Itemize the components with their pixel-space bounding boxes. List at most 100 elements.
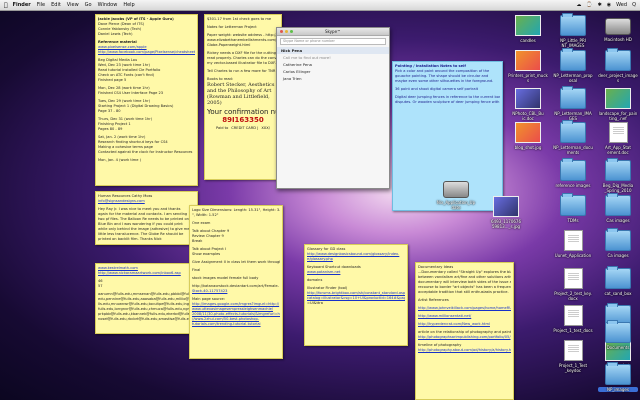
menu-go[interactable]: Go — [85, 2, 92, 8]
skype-search-input[interactable]: Skype Name or phone number — [280, 38, 386, 45]
desktop-icon-project-1-test-docs[interactable]: Project_1_test_docs — [553, 305, 593, 333]
skype-contact[interactable]: Carlos Ellinger — [277, 68, 389, 75]
note-link[interactable]: http://photographsarimpublishing.com/por… — [418, 335, 511, 340]
minimize-icon[interactable] — [285, 30, 288, 33]
menu-window[interactable]: Window — [98, 2, 118, 8]
desktop-icon-label: Beg_Dig_Media _Spring_2010 — [602, 183, 634, 193]
folder-icon — [560, 13, 586, 36]
bluetooth-icon[interactable]: ✱ — [598, 2, 602, 8]
desktop-icon-np-letterman-images[interactable]: NP_Letterman_IMAGES — [553, 86, 593, 121]
sticky-note-emails[interactable]: www.kestrelmath.com http://www.nickoramaa… — [95, 263, 198, 334]
folder-icon — [605, 48, 631, 71]
sticky-note-lines: $301.17 from 1st check goes to me Notes f… — [207, 17, 279, 82]
sticky-note-contacts[interactable]: Jackie Jacobs (VP of ITS - Apple Guru) Da… — [95, 14, 198, 186]
desktop-icon-ca-images[interactable]: Ca images — [598, 228, 638, 258]
skype-contact[interactable]: Jana Trien — [277, 75, 389, 82]
sticky-note-class[interactable]: Logo Size Dimensions: Length: 15.31", He… — [189, 205, 283, 359]
folder-icon — [560, 48, 586, 71]
note-line: printed on backlit film. Thanks Nick — [98, 237, 162, 241]
desktop-icon-project-1-test-keydoc[interactable]: Project_1_Test _keydoc — [553, 340, 593, 373]
image-icon — [515, 50, 541, 71]
zoom-icon[interactable] — [290, 30, 293, 33]
note-link[interactable]: http://www.nickoramaartwork.com/inbox6.a… — [98, 271, 195, 276]
desktop-icon-reference-images[interactable]: reference images — [553, 158, 593, 188]
note-line: Contacted against the clock for Instruct… — [98, 150, 193, 154]
desktop-icon-beg-dig-media[interactable]: Beg_Dig_Media _Spring_2010 — [598, 158, 638, 193]
note-line: maybe even some other silhouettes in the… — [395, 79, 494, 83]
note-link[interactable]: http://photography.about.com/od/history/… — [418, 348, 511, 353]
skype-status[interactable]: Nick Pena — [277, 47, 389, 54]
desktop-icon-np-letterman-documents[interactable]: NP_Letterman_documents — [553, 120, 593, 155]
desktop-icon-label: NP_Letterman_IMAGES — [554, 111, 592, 121]
desktop-icon-label: deer_project_images — [598, 73, 638, 83]
desktop-icon-6493-jpg[interactable]: 6493_1170676 59813..._s.jpg — [486, 196, 526, 229]
desktop-icon-np-letterman-proposal[interactable]: NP_Letterman_proposal — [553, 48, 593, 83]
desktop-icon-deer-project-images[interactable]: deer_project_images — [598, 48, 638, 83]
menu-file[interactable]: File — [37, 2, 45, 8]
desktop-icon-blog-shot[interactable]: blog_shot.jpg — [508, 122, 548, 150]
apple-menu-icon[interactable]:  — [4, 2, 8, 9]
confirmation-number: 89I163350 — [222, 116, 264, 124]
folder-icon — [605, 193, 631, 216]
skype-window[interactable]: Skype™ Skype Name or phone number Nick P… — [276, 27, 390, 189]
skype-title-bar[interactable]: Skype™ — [277, 28, 389, 36]
folder-icon — [605, 362, 631, 385]
desktop-icon-label: NP_Letterman_proposal — [553, 73, 593, 83]
desktop-icon-label: Printers_print_mucks — [508, 73, 548, 83]
desktop-icon-np-images[interactable]: NP_images — [598, 362, 638, 392]
clock-text[interactable]: Wed — [616, 2, 627, 8]
note-line: acceptable tradition that still enthusia… — [418, 290, 509, 294]
desktop-icon-uunet-application[interactable]: Uunet_Application — [553, 230, 593, 258]
desktop-icon-macintosh-hd[interactable]: Macintosh HD — [598, 15, 638, 42]
sticky-note-letterman[interactable]: $301.17 from 1st check goes to me Notes f… — [204, 14, 282, 180]
desktop-icon-label: NP_Little_PRI NT_IMAGES — [560, 38, 586, 48]
desktop-icon-cas-images[interactable]: Cas images — [598, 193, 638, 223]
close-icon[interactable] — [280, 30, 283, 33]
note-link[interactable]: http://www.facebook.com/page/Pixelsense/… — [98, 50, 195, 55]
desktop-icon-documents[interactable]: Documents — [598, 320, 638, 350]
note-line: Give Assignment II in class let them wor… — [192, 260, 280, 264]
note-link[interactable]: http://www.johnveikillack.com/pages/home… — [418, 306, 511, 311]
document-icon — [563, 268, 583, 289]
sticky-note-glossary[interactable]: Glossary for GD class http://www.designba… — [304, 244, 408, 346]
desktop-icon-label: TDMs — [567, 218, 579, 223]
menu-edit[interactable]: Edit — [51, 2, 61, 8]
desktop-icon-candles[interactable]: candles — [508, 15, 548, 43]
desktop-icon-art-app-stat[interactable]: Art_App_Stat ement.doc — [598, 122, 638, 155]
note-line: Tell Charles to run a few more for TNR f… — [207, 69, 279, 73]
note-link[interactable]: tutorials.com/trending-tutorial-tutorial — [192, 322, 280, 327]
desktop-icon-label: 6493_1170676 59813..._s.jpg — [491, 219, 521, 229]
menu-help[interactable]: Help — [123, 2, 134, 8]
wifi-icon[interactable]: ◉ — [607, 2, 611, 8]
paid-method: CREDIT CARD | — [231, 126, 259, 130]
desktop-icon-np-little-printimages[interactable]: NP_Little_PRI NT_IMAGES — [553, 13, 593, 48]
sticky-note-lines: Human Resources Cathy Moss info@signsande… — [98, 194, 195, 242]
paid-card: XXX/ — [261, 126, 270, 130]
desktop-icon-landscape-for-painting[interactable]: landscape_for_painting_.nef — [598, 88, 638, 121]
desktop-icon-project-2-test-key[interactable]: Project_2_test_key.docx — [553, 268, 593, 301]
folder-icon — [605, 158, 631, 181]
menu-app-finder[interactable]: Finder — [13, 2, 31, 8]
desktop-icon-printers-print-mucks[interactable]: Printers_print_mucks — [508, 50, 548, 83]
document-icon — [563, 305, 583, 326]
cloud-icon[interactable]: ☁ — [576, 2, 581, 8]
desktop-icon-label: Uunet_Application — [554, 253, 592, 258]
desktop-icon-nphoto-cbl[interactable]: NPhoto_CBL_Bu ic.doc — [508, 88, 548, 121]
skype-mood-message[interactable]: Call me to find out more! — [277, 54, 389, 61]
disk-icon — [443, 181, 469, 198]
skype-contact[interactable]: Catherine Pena — [277, 61, 389, 68]
folder-icon — [560, 86, 586, 109]
sticky-note-hr[interactable]: Human Resources Cathy Moss info@signsande… — [95, 191, 198, 245]
sticky-note-documentary[interactable]: Documentary Ideas ...Documentary called "… — [415, 262, 514, 400]
spotlight-icon[interactable]: Q — [632, 2, 636, 8]
sticky-note-lines: www.kestrelmath.com http://www.nickoramaa… — [98, 266, 195, 322]
time-machine-icon[interactable]: ⌚ — [586, 2, 592, 8]
desktop-icon-label: Project_1_test_docs — [553, 328, 593, 333]
note-line: $301.17 from 1st check goes to me — [207, 17, 272, 21]
desktop-icon-tdms[interactable]: TDMs — [553, 193, 593, 223]
desktop-icon-cat-sand-box[interactable]: cat_sand_box — [598, 266, 638, 296]
desktop-icon-nix-application[interactable]: Nix_Application_Update — [436, 178, 476, 210]
desktop-icon-label: Nix_Application_Update — [436, 200, 476, 210]
menu-view[interactable]: View — [67, 2, 79, 8]
document-icon — [563, 340, 583, 361]
